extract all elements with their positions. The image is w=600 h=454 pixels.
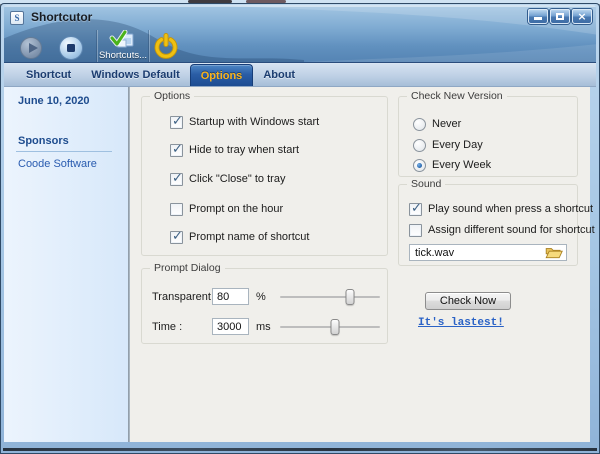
checkbox-icon[interactable] <box>170 144 183 157</box>
transparent-slider[interactable] <box>280 287 380 307</box>
prompt-dialog-group-title: Prompt Dialog <box>150 262 225 274</box>
checkbox-icon[interactable] <box>170 173 183 186</box>
check-new-version-group-title: Check New Version <box>407 90 507 102</box>
sound-group: Sound Play sound when press a shortcut A… <box>398 184 578 266</box>
app-icon: S <box>10 11 24 25</box>
sponsors-heading: Sponsors <box>18 135 69 147</box>
toolbar: Shortcuts... <box>4 29 596 63</box>
window-bottom-edge <box>3 448 597 451</box>
checkbox-assign-different-sound[interactable]: Assign different sound for shortcut <box>409 222 595 238</box>
stop-button[interactable] <box>59 36 83 60</box>
shortcuts-button-label: Shortcuts... <box>99 50 147 61</box>
checkbox-label: Click "Close" to tray <box>189 173 285 185</box>
tab-shortcut[interactable]: Shortcut <box>16 64 81 86</box>
options-group: Options Startup with Windows start Hide … <box>141 96 388 256</box>
options-group-title: Options <box>150 90 194 102</box>
slider-thumb[interactable] <box>346 289 355 305</box>
radio-icon[interactable] <box>413 159 426 172</box>
sidebar: June 10, 2020 Sponsors Coode Software <box>4 87 128 442</box>
toolbar-separator <box>148 30 150 62</box>
checkbox-label: Startup with Windows start <box>189 116 319 128</box>
sound-file-value: tick.wav <box>415 247 454 259</box>
checkbox-prompt-on-hour[interactable]: Prompt on the hour <box>170 201 283 217</box>
update-status-link[interactable]: It's lastest! <box>418 317 504 329</box>
transparent-unit: % <box>256 287 266 307</box>
radio-never[interactable]: Never <box>413 116 461 132</box>
checkbox-icon[interactable] <box>409 224 422 237</box>
radio-icon[interactable] <box>413 118 426 131</box>
shortcuts-button[interactable]: Shortcuts... <box>99 29 147 63</box>
sound-file-field[interactable]: tick.wav <box>409 244 567 261</box>
radio-every-week[interactable]: Every Week <box>413 157 491 173</box>
time-slider[interactable] <box>280 317 380 337</box>
transparent-row: Transparent : % <box>142 287 387 307</box>
power-icon <box>153 33 179 59</box>
tab-options[interactable]: Options <box>190 64 254 86</box>
checkbox-label: Prompt name of shortcut <box>189 231 309 243</box>
check-now-button[interactable]: Check Now <box>425 292 511 310</box>
checkbox-label: Prompt on the hour <box>189 203 283 215</box>
transparent-input[interactable] <box>212 288 249 305</box>
check-new-version-group: Check New Version Never Every Day Every … <box>398 96 578 177</box>
window-chrome: S Shortcutor × Shortcuts... <box>4 5 596 63</box>
prompt-dialog-group: Prompt Dialog Transparent : % Time : ms <box>141 268 388 344</box>
radio-icon[interactable] <box>413 139 426 152</box>
open-folder-icon <box>545 246 563 259</box>
window-title: Shortcutor <box>31 10 92 24</box>
checkbox-icon[interactable] <box>170 116 183 129</box>
maximize-button[interactable] <box>550 9 570 24</box>
close-button[interactable]: × <box>572 9 592 24</box>
minimize-button[interactable] <box>528 9 548 24</box>
time-unit: ms <box>256 317 271 337</box>
checkbox-play-sound[interactable]: Play sound when press a shortcut <box>409 201 593 217</box>
checkbox-icon[interactable] <box>409 203 422 216</box>
transparent-label: Transparent : <box>152 287 217 307</box>
tab-windows-default[interactable]: Windows Default <box>81 64 190 86</box>
shortcuts-check-window-icon <box>109 30 137 51</box>
options-panel: Options Startup with Windows start Hide … <box>130 87 590 442</box>
time-label: Time : <box>152 317 182 337</box>
checkbox-label: Assign different sound for shortcut <box>428 224 595 236</box>
window-controls: × <box>528 9 592 24</box>
minimize-icon <box>534 17 542 20</box>
tab-about[interactable]: About <box>253 64 305 86</box>
maximize-icon <box>556 13 564 20</box>
slider-thumb[interactable] <box>331 319 340 335</box>
browse-folder-button[interactable] <box>545 246 563 259</box>
checkbox-startup-with-windows[interactable]: Startup with Windows start <box>170 114 319 130</box>
checkbox-click-close-to-tray[interactable]: Click "Close" to tray <box>170 171 285 187</box>
checkbox-icon[interactable] <box>170 203 183 216</box>
checkbox-prompt-name-of-shortcut[interactable]: Prompt name of shortcut <box>170 229 309 245</box>
radio-label: Every Day <box>432 139 483 151</box>
checkbox-label: Play sound when press a shortcut <box>428 203 593 215</box>
time-row: Time : ms <box>142 317 387 337</box>
sidebar-date: June 10, 2020 <box>18 95 90 107</box>
app-window: S Shortcutor × Shortcuts... <box>0 3 600 454</box>
checkbox-icon[interactable] <box>170 231 183 244</box>
checkbox-label: Hide to tray when start <box>189 144 299 156</box>
power-button[interactable] <box>153 33 179 59</box>
sound-group-title: Sound <box>407 178 445 190</box>
time-input[interactable] <box>212 318 249 335</box>
radio-label: Never <box>432 118 461 130</box>
radio-every-day[interactable]: Every Day <box>413 137 483 153</box>
radio-label: Every Week <box>432 159 491 171</box>
slider-track[interactable] <box>280 296 380 298</box>
toolbar-separator <box>96 30 98 62</box>
sidebar-divider <box>16 151 112 152</box>
play-button[interactable] <box>20 37 42 59</box>
sponsor-link-coode-software[interactable]: Coode Software <box>18 158 97 170</box>
checkbox-hide-to-tray[interactable]: Hide to tray when start <box>170 142 299 158</box>
tab-bar: Shortcut Windows Default Options About <box>4 63 596 87</box>
